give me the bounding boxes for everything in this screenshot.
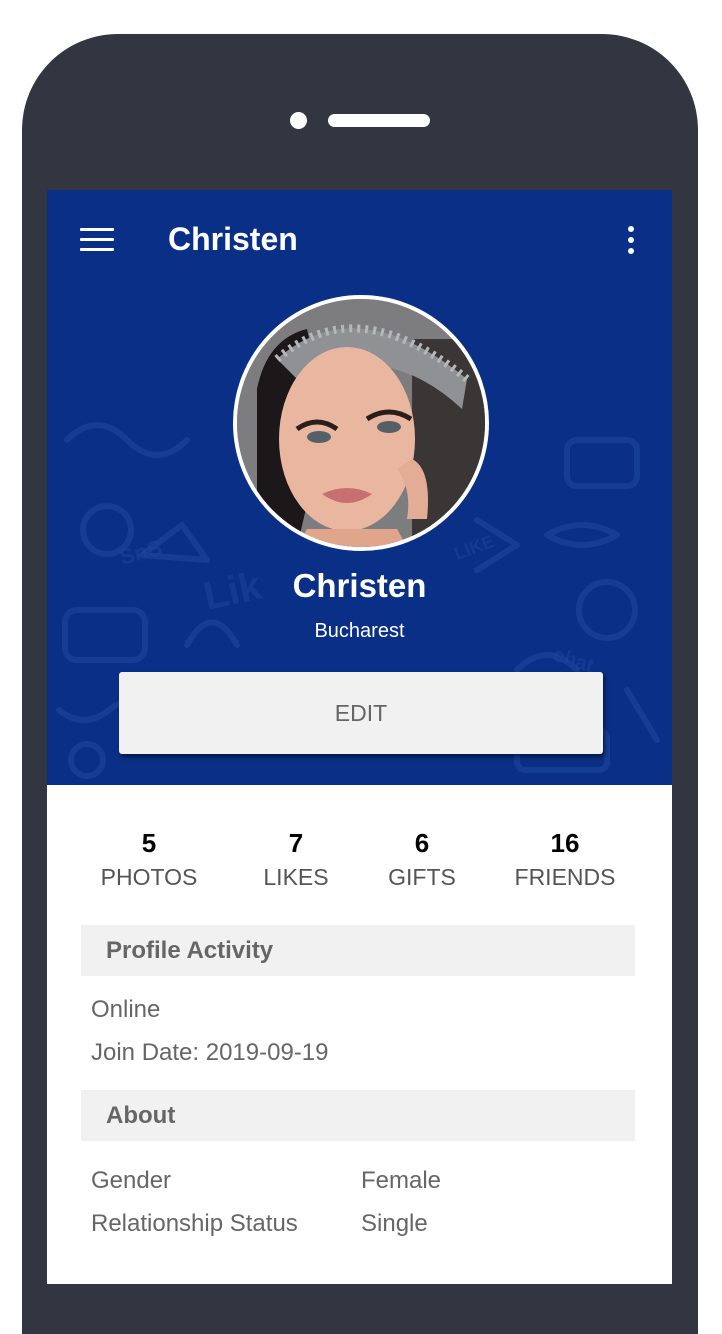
profile-header: SnS LIKE Lik chat Christen Christen Buch… <box>47 190 672 785</box>
relationship-status-value: Single <box>361 1210 428 1237</box>
front-camera <box>290 112 307 129</box>
menu-button[interactable] <box>73 218 121 262</box>
stat-photos[interactable]: 5 PHOTOS <box>94 826 204 894</box>
stat-likes[interactable]: 7 LIKES <box>246 826 346 894</box>
profile-location: Bucharest <box>314 620 405 642</box>
stat-label: PHOTOS <box>100 864 198 890</box>
stat-value: 5 <box>141 828 157 858</box>
avatar-photo <box>237 299 485 547</box>
app-screen: SnS LIKE Lik chat Christen Christen Buch… <box>47 190 672 1284</box>
profile-activity-header: Profile Activity <box>81 925 635 976</box>
edit-profile-button[interactable]: EDIT <box>119 672 603 754</box>
section-title: About <box>106 1102 176 1129</box>
online-status: Online <box>91 996 161 1023</box>
stat-friends[interactable]: 16 FRIENDS <box>499 826 631 894</box>
relationship-status-label: Relationship Status <box>91 1210 298 1237</box>
more-vertical-icon <box>628 226 634 232</box>
stat-label: LIKES <box>263 864 329 890</box>
overflow-menu-button[interactable] <box>613 218 649 262</box>
stat-gifts[interactable]: 6 GIFTS <box>372 826 472 894</box>
stat-value: 16 <box>550 828 580 858</box>
profile-name: Christen <box>292 567 427 604</box>
svg-text:SnS: SnS <box>117 535 165 570</box>
section-title: Profile Activity <box>106 937 274 964</box>
hamburger-menu-icon <box>80 228 114 231</box>
join-date: Join Date: 2019-09-19 <box>91 1039 329 1066</box>
about-header: About <box>81 1090 635 1141</box>
gender-label: Gender <box>91 1167 172 1194</box>
stat-value: 6 <box>414 828 430 858</box>
stat-value: 7 <box>288 828 304 858</box>
stat-label: FRIENDS <box>514 864 616 890</box>
stat-label: GIFTS <box>388 864 456 890</box>
gender-value: Female <box>361 1167 442 1194</box>
toolbar-title: Christen <box>168 221 298 257</box>
earpiece-speaker <box>328 114 430 127</box>
profile-avatar[interactable] <box>233 295 489 551</box>
